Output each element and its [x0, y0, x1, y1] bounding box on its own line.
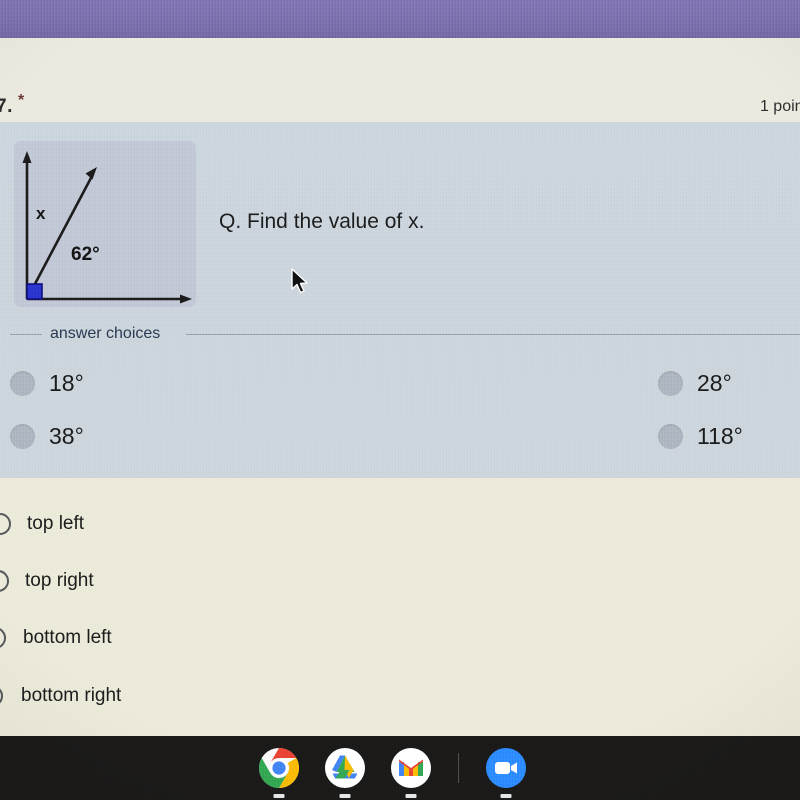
form-option-top-left[interactable]: top left	[0, 511, 84, 537]
answer-choice-label: 118°	[697, 423, 743, 449]
app-running-indicator	[339, 794, 351, 798]
answer-choice-radio[interactable]	[10, 371, 35, 396]
points-label: 1 point	[759, 98, 800, 115]
form-option-bottom-left[interactable]: bottom left	[0, 625, 112, 651]
taskbar-shelf	[0, 736, 800, 800]
screen: 7. * 1 point x 62° Q. Find the	[0, 0, 800, 800]
answer-choice-1[interactable]: 28°	[658, 370, 732, 397]
app-running-indicator	[500, 794, 512, 798]
quiz-image-card: x 62° Q. Find the value of x. answer cho…	[0, 122, 800, 478]
gmail-icon	[391, 748, 431, 788]
taskbar-app-chrome[interactable]	[258, 747, 300, 798]
answer-choice-2[interactable]: 38°	[10, 423, 84, 450]
required-asterisk: *	[18, 92, 25, 109]
answer-choices-divider-right	[186, 334, 800, 335]
app-running-indicator	[405, 794, 417, 798]
form-option-top-right[interactable]: top right	[0, 568, 94, 594]
radio-button-icon[interactable]	[0, 513, 11, 535]
figure-angle-label: 62°	[71, 244, 100, 265]
radio-button-icon[interactable]	[0, 627, 6, 649]
radio-button-icon[interactable]	[0, 570, 9, 592]
form-option-label: bottom right	[21, 685, 122, 706]
app-running-indicator	[273, 794, 285, 798]
figure-unknown-label: x	[36, 204, 46, 223]
radio-button-icon[interactable]	[0, 685, 3, 707]
google-drive-icon	[325, 748, 365, 788]
answer-choice-radio[interactable]	[658, 424, 683, 449]
form-option-label: bottom left	[23, 627, 112, 648]
answer-choice-radio[interactable]	[658, 371, 683, 396]
answer-choice-radio[interactable]	[10, 424, 35, 449]
taskbar-icon-group	[258, 747, 527, 798]
form-option-bottom-right[interactable]: bottom right	[0, 683, 121, 709]
answer-choices-label: answer choices	[50, 325, 161, 342]
answer-choice-label: 18°	[49, 370, 84, 396]
chrome-icon	[259, 748, 299, 788]
geometry-figure-panel: x 62°	[14, 141, 196, 307]
app-header-bar	[0, 0, 800, 38]
form-option-label: top left	[27, 513, 85, 534]
question-header: 7. * 1 point	[0, 38, 800, 122]
answer-choices-divider-left	[10, 334, 42, 335]
taskbar-app-gmail[interactable]	[390, 747, 432, 798]
question-prompt: Q. Find the value of x.	[219, 210, 425, 233]
answer-choice-label: 38°	[49, 423, 84, 449]
taskbar-app-zoom[interactable]	[485, 747, 527, 798]
form-option-label: top right	[25, 570, 94, 591]
answer-choice-0[interactable]: 18°	[10, 370, 84, 397]
answer-choice-3[interactable]: 118°	[658, 423, 743, 450]
taskbar-separator	[458, 753, 459, 783]
form-options-list: top left top right bottom left bottom ri…	[0, 478, 800, 736]
question-number: 7.	[0, 96, 13, 117]
taskbar-app-google-drive[interactable]	[324, 747, 366, 798]
angle-diagram	[22, 151, 192, 304]
answer-choice-label: 28°	[697, 370, 732, 396]
zoom-icon	[486, 748, 526, 788]
